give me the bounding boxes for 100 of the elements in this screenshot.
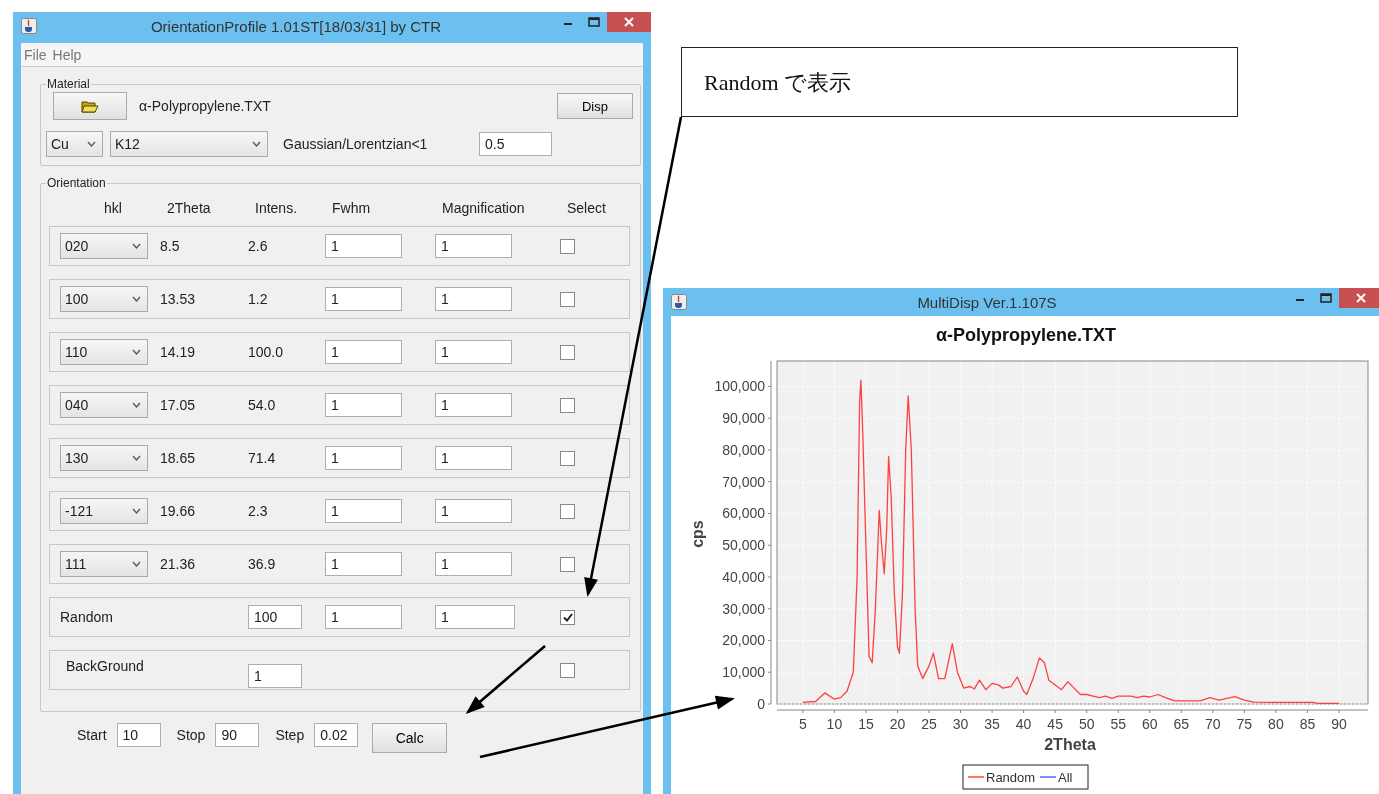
axis-tick-label: 55	[1110, 716, 1126, 732]
axis-tick-label: 45	[1047, 716, 1063, 732]
checkbox[interactable]	[560, 503, 575, 519]
hkl-dropdown[interactable]: 110	[60, 339, 148, 365]
calc-button[interactable]: Calc	[372, 722, 448, 753]
checkbox[interactable]	[560, 556, 575, 572]
fwhm-field[interactable]: 1	[325, 446, 402, 470]
axis-tick-label: 100,000	[714, 378, 765, 395]
chart-title: α-Polypropylene.TXT	[935, 325, 1117, 345]
disp-button[interactable]: Disp	[557, 93, 633, 119]
chevron-icon	[132, 243, 141, 249]
chevron-icon	[132, 455, 141, 461]
hkl-dropdown[interactable]: 111	[60, 551, 148, 577]
fwhm-field[interactable]: 1	[325, 234, 402, 258]
window-title: OrientationProfile 1.01ST[18/03/31] by CTR	[149, 17, 443, 35]
column-header: Magnification	[442, 200, 526, 216]
column-header: Intens.	[255, 200, 299, 216]
magnification-field[interactable]: 1	[435, 499, 512, 523]
axis-tick-label: 30,000	[722, 600, 765, 617]
close-icon	[624, 17, 634, 27]
checkbox[interactable]	[560, 662, 575, 678]
magnification-field[interactable]: 1	[435, 287, 512, 311]
line-dropdown[interactable]: K12	[110, 131, 268, 157]
axis-tick-label: 10	[826, 716, 843, 732]
axis-tick-label: 50,000	[722, 537, 765, 554]
step-field[interactable]: 0.02	[314, 723, 359, 747]
fwhm-field[interactable]: 1	[325, 287, 402, 311]
fwhm-field[interactable]: 1	[325, 552, 402, 576]
axis-label: 2Theta	[1044, 736, 1096, 753]
maximize-icon	[1320, 293, 1332, 303]
axis-tick-label: 90,000	[722, 410, 765, 427]
cup-icon	[21, 18, 37, 34]
column-header: hkl	[103, 200, 123, 216]
magnification-field[interactable]: 1	[435, 393, 512, 417]
magnification-field[interactable]: 1	[435, 234, 512, 258]
chevron-icon	[132, 561, 141, 567]
checkbox[interactable]	[560, 238, 575, 254]
hkl-dropdown[interactable]: -121	[60, 498, 148, 524]
magnification-field[interactable]: 1	[435, 605, 515, 629]
fwhm-field[interactable]: 1	[325, 340, 402, 364]
axis-tick-label: 5	[798, 716, 807, 732]
axis-tick-label: 70,000	[722, 473, 765, 490]
chevron-icon	[132, 296, 141, 302]
group-label: Orientation	[46, 176, 107, 190]
magnification-field[interactable]: 1	[435, 552, 512, 576]
axis-tick-label: 40,000	[722, 568, 765, 585]
group-label: Material	[46, 77, 91, 91]
folder-icon	[81, 99, 99, 113]
fwhm-field[interactable]: 1	[325, 605, 402, 629]
close-button[interactable]	[1339, 288, 1379, 308]
axis-tick-label: 20	[889, 716, 906, 732]
ratio-field[interactable]: 0.5	[479, 132, 552, 156]
two-theta-value: 13.53	[160, 291, 197, 307]
checkbox[interactable]	[560, 291, 575, 307]
checkbox[interactable]	[560, 344, 575, 360]
axis-label: cps	[689, 520, 706, 548]
start-field[interactable]: 10	[116, 723, 161, 747]
intensity-value: 71.4	[248, 450, 277, 466]
close-icon	[1356, 293, 1366, 303]
target-dropdown[interactable]: Cu	[46, 131, 103, 157]
chevron-icon	[132, 349, 141, 355]
axis-tick-label: 80,000	[722, 441, 765, 458]
cup-icon	[671, 294, 687, 310]
ratio-label: Gaussian/Lorentzian<1	[283, 136, 429, 152]
check-icon	[562, 612, 573, 622]
axis-tick-label: 10,000	[722, 664, 765, 681]
checkbox[interactable]	[560, 609, 575, 625]
two-theta-value: 14.19	[160, 344, 197, 360]
axis-tick-label: 0	[757, 696, 765, 712]
hkl-dropdown[interactable]: 020	[60, 233, 148, 259]
menu-item[interactable]: Help	[52, 46, 82, 63]
intensity-field[interactable]: 100	[248, 605, 302, 629]
stop-field[interactable]: 90	[215, 723, 260, 747]
axis-tick-label: 40	[1015, 716, 1032, 732]
fwhm-field[interactable]: 1	[325, 393, 402, 417]
column-header: Select	[567, 200, 607, 216]
axis-tick-label: 90	[1331, 716, 1347, 732]
start-label: Start	[77, 727, 107, 743]
menu-item[interactable]: File	[24, 46, 47, 63]
checkbox[interactable]	[560, 397, 575, 413]
axis-tick-label: 75	[1236, 716, 1253, 732]
intensity-value: 2.3	[248, 503, 269, 519]
chevron-icon	[132, 402, 141, 408]
checkbox[interactable]	[560, 450, 575, 466]
two-theta-value: 8.5	[160, 238, 181, 254]
magnification-field[interactable]: 1	[435, 446, 512, 470]
row-label: Random	[60, 609, 114, 625]
hkl-dropdown[interactable]: 130	[60, 445, 148, 471]
fwhm-field[interactable]: 1	[325, 499, 402, 523]
hkl-dropdown[interactable]: 040	[60, 392, 148, 418]
magnification-field[interactable]: 1	[435, 340, 512, 364]
intensity-field[interactable]: 1	[248, 664, 302, 688]
axis-tick-label: 80	[1268, 716, 1284, 732]
open-button[interactable]	[53, 92, 127, 120]
close-button[interactable]	[607, 12, 651, 32]
two-theta-value: 21.36	[160, 556, 197, 572]
hkl-dropdown[interactable]: 100	[60, 286, 148, 312]
two-theta-value: 19.66	[160, 503, 197, 519]
two-theta-value: 18.65	[160, 450, 197, 466]
legend-label: Random	[986, 770, 1036, 785]
